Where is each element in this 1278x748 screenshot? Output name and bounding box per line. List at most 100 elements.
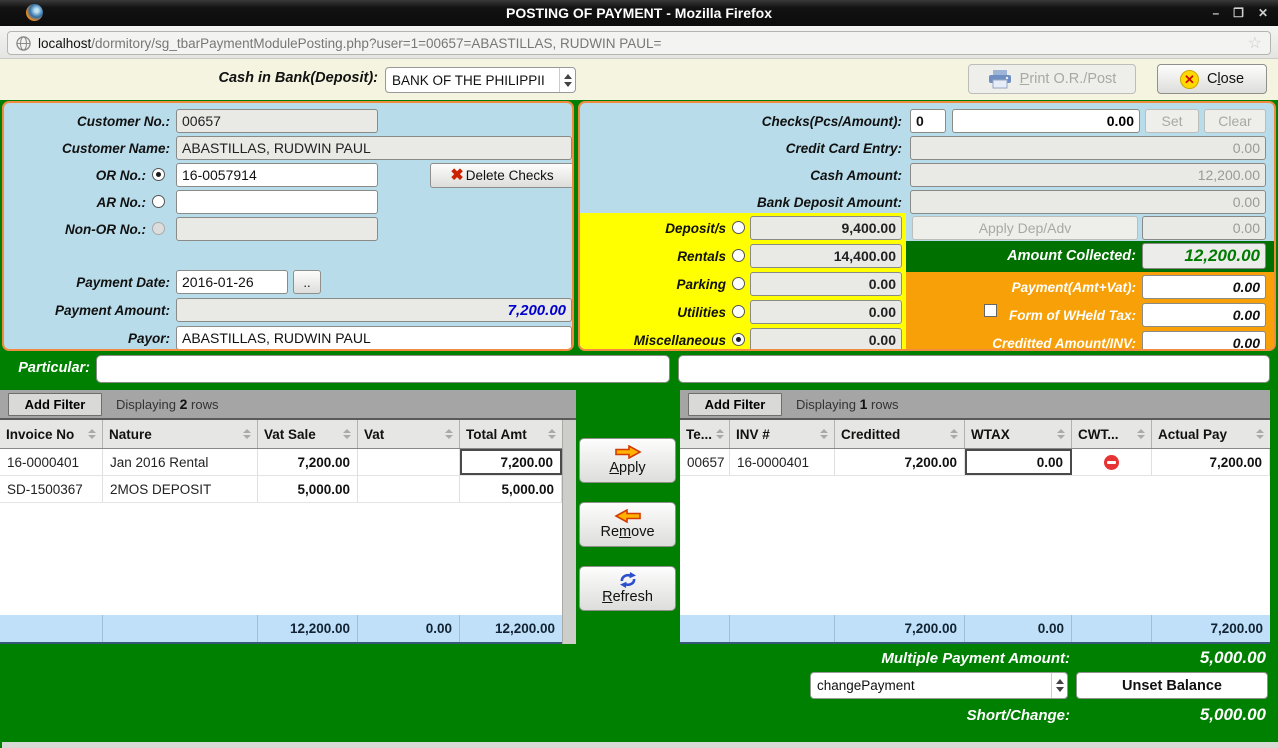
payment-amt-vat-field[interactable] [1142,275,1266,299]
column-header-vat-sale[interactable]: Vat Sale [258,420,358,448]
deposits-label: Deposit/s [580,221,726,236]
bank-select-value: BANK OF THE PHILIPPII [386,73,559,88]
creditted-amount-field[interactable] [1142,331,1266,351]
or-no-radio[interactable] [152,168,165,181]
footer-vat-total: 0.00 [358,615,460,642]
short-change-label: Short/Change: [620,707,1070,724]
miscellaneous-radio[interactable] [732,333,745,346]
column-header-nature[interactable]: Nature [103,420,258,448]
credit-card-field[interactable] [910,136,1266,160]
delete-checks-label: Delete Checks [466,168,554,183]
column-header-total-amt[interactable]: Total Amt [460,420,562,448]
non-or-no-field[interactable] [176,217,378,241]
set-button[interactable]: Set [1145,109,1199,133]
bookmark-star-icon[interactable]: ☆ [1248,33,1262,53]
column-header-creditted[interactable]: Creditted [835,420,965,448]
date-picker-button[interactable]: .. [293,270,321,294]
applied-table-footer: 7,200.00 0.00 7,200.00 [680,615,1270,644]
minimize-icon[interactable]: – [1212,7,1219,19]
ar-no-field[interactable] [176,190,378,214]
rentals-radio[interactable] [732,249,745,262]
cell-invoice-no: SD-1500367 [0,476,103,502]
payment-mode-select[interactable]: changePayment [810,672,1068,699]
payment-amount-field[interactable] [176,298,572,322]
sort-icon [1133,429,1145,439]
apply-button[interactable]: Apply [579,438,676,483]
globe-icon [16,36,31,51]
cell-total-amt: 5,000.00 [460,476,562,502]
table-row[interactable]: 00657 16-0000401 7,200.00 0.00 7,200.00 [680,449,1270,476]
column-header-cwt[interactable]: CWT... [1072,420,1152,448]
amount-collected-field[interactable] [1142,243,1266,269]
customer-no-field[interactable] [176,109,378,133]
wheld-tax-field[interactable] [1142,303,1266,327]
sort-icon [712,429,724,439]
sort-icon [544,429,556,439]
apply-dep-adv-field[interactable] [1142,216,1266,240]
unset-balance-button[interactable]: Unset Balance [1076,672,1268,699]
table-row[interactable]: SD-1500367 2MOS DEPOSIT 5,000.00 5,000.0… [0,476,562,503]
apply-dep-adv-button[interactable]: Apply Dep/Adv [912,216,1138,240]
customer-name-label: Customer Name: [4,141,170,156]
ar-no-radio[interactable] [152,195,165,208]
bank-deposit-label: Bank Deposit Amount: [580,195,902,210]
table-row[interactable]: 16-0000401 Jan 2016 Rental 7,200.00 7,20… [0,449,562,476]
cell-actual-pay: 7,200.00 [1152,449,1270,475]
horizontal-scrollbar[interactable] [2,742,1278,748]
ar-no-label: AR No.: [4,195,146,210]
column-header-tenant[interactable]: Te... [680,420,730,448]
remove-button[interactable]: Remove [579,502,676,547]
cash-amount-field[interactable] [910,163,1266,187]
column-header-inv[interactable]: INV # [730,420,835,448]
short-change-amount: 5,000.00 [1080,705,1266,725]
bank-select[interactable]: BANK OF THE PHILIPPII [385,67,576,93]
non-or-no-radio[interactable] [152,222,165,235]
minus-circle-icon[interactable] [1104,455,1119,470]
app-window: POSTING OF PAYMENT - Mozilla Firefox – ❒… [0,0,1278,748]
url-input[interactable]: localhost/dormitory/sg_tbarPaymentModule… [7,31,1271,55]
parking-radio[interactable] [732,277,745,290]
arrow-left-icon [614,509,642,523]
payor-field[interactable] [176,326,572,350]
clear-button[interactable]: Clear [1204,109,1266,133]
bank-deposit-field[interactable] [910,190,1266,214]
set-button-label: Set [1161,113,1182,129]
unset-balance-label: Unset Balance [1122,678,1222,694]
checks-amount-field[interactable] [952,109,1140,133]
sort-icon [1252,429,1264,439]
displaying-rows-left: Displaying 2 rows [116,396,218,412]
refresh-button-label: Refresh [602,589,653,605]
sort-icon [239,429,251,439]
creditted-amount-label: Creditted Amount/INV: [810,336,1136,351]
utilities-radio[interactable] [732,305,745,318]
column-header-actual-pay[interactable]: Actual Pay [1152,420,1270,448]
column-header-invoice-no[interactable]: Invoice No [0,420,103,448]
cell-vat [358,449,460,475]
cell-inv: 16-0000401 [730,449,835,475]
refresh-button[interactable]: Refresh [579,566,676,611]
checks-pcs-field[interactable] [910,109,946,133]
utilities-label: Utilities [580,305,726,320]
print-or-post-button[interactable]: Print O.R./Post [968,64,1136,94]
applied-table-filter-bar: Add Filter Displaying 1 rows [680,390,1270,420]
add-filter-button-right[interactable]: Add Filter [688,393,782,416]
column-header-wtax[interactable]: WTAX [965,420,1072,448]
window-close-icon[interactable]: ✕ [1258,7,1268,19]
add-filter-button-left[interactable]: Add Filter [8,393,102,416]
column-header-vat[interactable]: Vat [358,420,460,448]
maximize-icon[interactable]: ❒ [1233,7,1244,19]
payment-date-label: Payment Date: [4,275,170,290]
or-no-field[interactable] [176,163,378,187]
customer-name-field[interactable] [176,136,572,160]
scrollbar[interactable] [562,420,576,644]
payment-date-field[interactable] [176,270,288,294]
sort-icon [946,429,958,439]
deposits-radio[interactable] [732,221,745,234]
close-button[interactable]: ✕ Close [1157,64,1267,94]
deposits-field[interactable] [750,216,902,240]
invoice-table-filter-bar: Add Filter Displaying 2 rows [0,390,576,420]
particular-right-field[interactable] [678,355,1270,383]
cell-vat-sale: 5,000.00 [258,476,358,502]
delete-checks-button[interactable]: ✖ Delete Checks [430,163,574,188]
particular-left-field[interactable] [96,355,670,383]
